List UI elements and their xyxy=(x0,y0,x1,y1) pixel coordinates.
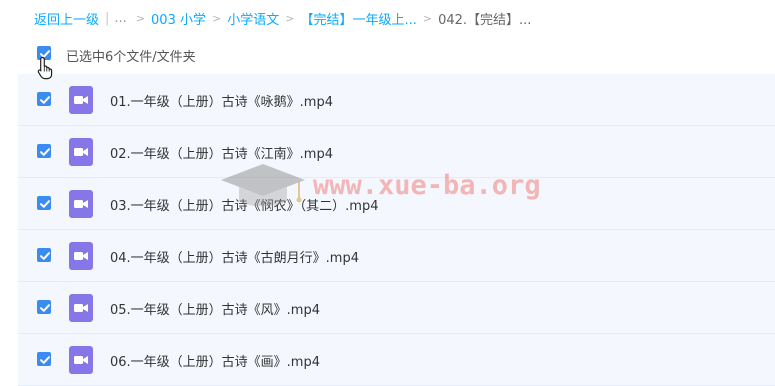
file-checkbox[interactable] xyxy=(37,248,51,262)
file-name[interactable]: 04.一年级（上册）古诗《古朗月行》.mp4 xyxy=(110,247,359,266)
breadcrumb-item-chinese[interactable]: 小学语文 xyxy=(227,9,279,28)
file-name[interactable]: 05.一年级（上册）古诗《风》.mp4 xyxy=(110,299,320,318)
breadcrumb: 返回上一级 | ... > 003 小学 > 小学语文 > 【完结】一年级上..… xyxy=(34,9,532,28)
back-link[interactable]: 返回上一级 xyxy=(34,9,99,28)
checkmark-icon xyxy=(40,304,50,312)
video-file-icon xyxy=(69,138,93,166)
video-file-icon xyxy=(69,346,93,374)
checkmark-icon xyxy=(40,252,50,260)
file-browser: 返回上一级 | ... > 003 小学 > 小学语文 > 【完结】一年级上..… xyxy=(0,0,775,386)
selection-header: 已选中6个文件/文件夹 xyxy=(0,38,775,70)
hand-cursor-icon xyxy=(37,56,53,80)
file-name[interactable]: 02.一年级（上册）古诗《江南》.mp4 xyxy=(110,143,333,162)
video-file-icon xyxy=(69,242,93,270)
file-checkbox[interactable] xyxy=(37,352,51,366)
file-name[interactable]: 06.一年级（上册）古诗《画》.mp4 xyxy=(110,351,320,370)
video-file-icon xyxy=(69,294,93,322)
file-list: 01.一年级（上册）古诗《咏鹅》.mp4 02.一年级（上册）古诗《江南》.mp… xyxy=(18,74,775,386)
checkmark-icon xyxy=(40,96,50,104)
selection-status-text: 已选中6个文件/文件夹 xyxy=(66,50,196,65)
file-row[interactable]: 04.一年级（上册）古诗《古朗月行》.mp4 xyxy=(18,230,775,282)
chevron-right-icon: > xyxy=(285,11,295,25)
chevron-right-icon: > xyxy=(211,11,222,25)
video-file-icon xyxy=(69,86,93,114)
breadcrumb-ellipsis[interactable]: ... xyxy=(114,11,126,26)
breadcrumb-item-grade-one[interactable]: 【完结】一年级上... xyxy=(300,9,416,28)
file-row[interactable]: 05.一年级（上册）古诗《风》.mp4 xyxy=(18,282,775,334)
file-row[interactable]: 03.一年级（上册）古诗《悯农》（其二）.mp4 xyxy=(18,178,775,230)
file-row[interactable]: 02.一年级（上册）古诗《江南》.mp4 xyxy=(18,126,775,178)
checkmark-icon xyxy=(40,356,50,364)
checkmark-icon xyxy=(40,200,50,208)
chevron-right-icon: > xyxy=(422,11,433,25)
video-file-icon xyxy=(69,190,93,218)
file-checkbox[interactable] xyxy=(37,144,51,158)
file-row[interactable]: 01.一年级（上册）古诗《咏鹅》.mp4 xyxy=(18,74,775,126)
breadcrumb-divider: | xyxy=(105,10,110,26)
breadcrumb-current: 042.【完结】... xyxy=(438,12,532,28)
file-name[interactable]: 01.一年级（上册）古诗《咏鹅》.mp4 xyxy=(110,91,333,110)
file-name[interactable]: 03.一年级（上册）古诗《悯农》（其二）.mp4 xyxy=(110,195,379,214)
breadcrumb-item-primary-school[interactable]: 003 小学 xyxy=(151,9,206,28)
file-checkbox[interactable] xyxy=(37,300,51,314)
file-checkbox[interactable] xyxy=(37,92,51,106)
chevron-right-icon: > xyxy=(135,11,146,25)
file-row[interactable]: 06.一年级（上册）古诗《画》.mp4 xyxy=(18,334,775,386)
checkmark-icon xyxy=(40,148,50,156)
file-checkbox[interactable] xyxy=(37,196,51,210)
